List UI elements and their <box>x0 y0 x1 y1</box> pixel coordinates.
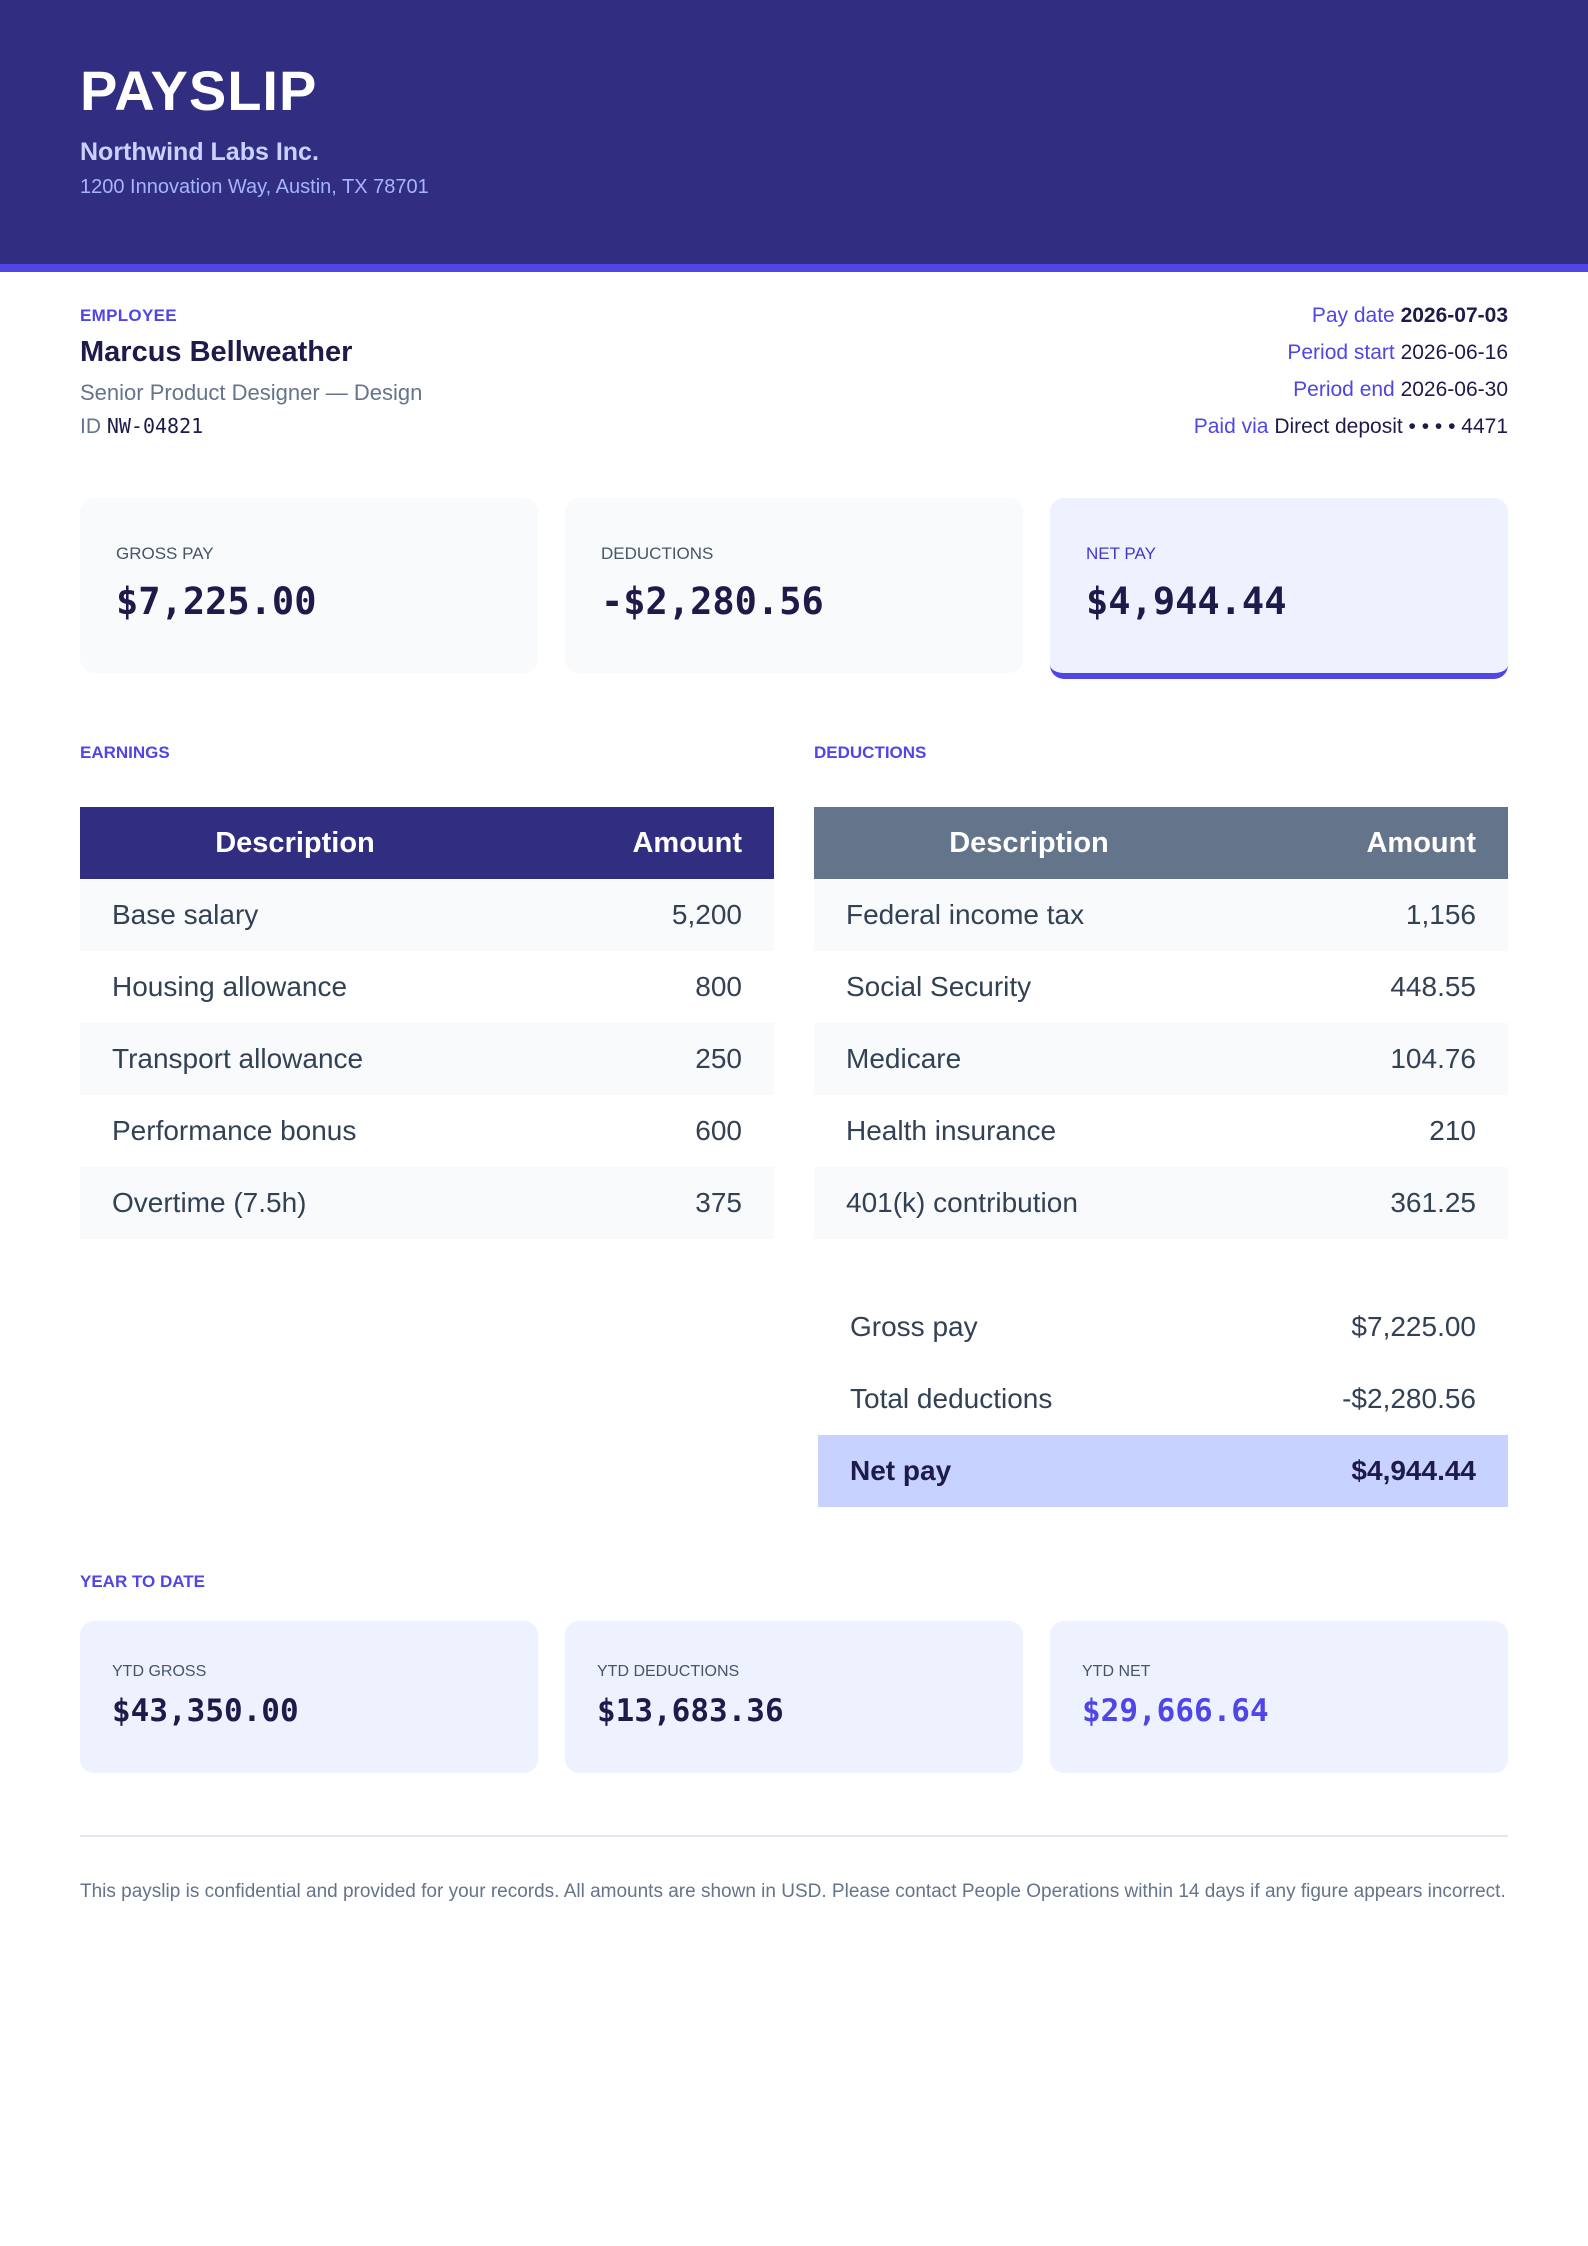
ytd-net-card: YTD NET $29,666.64 <box>1050 1621 1508 1773</box>
summary-gross-row: Gross pay $7,225.00 <box>818 1291 1508 1363</box>
ytd-net-label: YTD NET <box>1082 1663 1151 1680</box>
earnings-col-amount: Amount <box>632 826 742 859</box>
pay-date-row: Pay date 2026-07-03 <box>908 300 1508 337</box>
earnings-table: Description Amount Base salary 5,200 Hou… <box>80 807 774 1239</box>
paid-via-value: Direct deposit • • • • 4471 <box>1274 415 1508 438</box>
page-title: PAYSLIP <box>80 59 318 122</box>
deductions-col-description: Description <box>949 826 1109 859</box>
ytd-gross-value: $43,350.00 <box>112 1693 299 1729</box>
employee-role: Senior Product Designer — Design <box>80 380 423 405</box>
earnings-section-label: EARNINGS <box>80 743 170 762</box>
period-end-value: 2026-06-30 <box>1400 378 1508 401</box>
deductions-card: DEDUCTIONS -$2,280.56 <box>565 498 1023 673</box>
period-end-label: Period end <box>1293 378 1395 401</box>
table-row: 401(k) contribution 361.25 <box>814 1167 1508 1239</box>
payslip-header: PAYSLIP Northwind Labs Inc. 1200 Innovat… <box>0 0 1588 264</box>
net-pay-label: NET PAY <box>1086 544 1156 563</box>
deductions-table: Description Amount Federal income tax 1,… <box>814 807 1508 1239</box>
table-row: Federal income tax 1,156 <box>814 879 1508 951</box>
company-name: Northwind Labs Inc. <box>80 138 319 166</box>
ytd-gross-card: YTD GROSS $43,350.00 <box>80 1621 538 1773</box>
summary-deductions-value: -$2,280.56 <box>1342 1383 1476 1414</box>
deduction-description: Medicare <box>846 1043 962 1074</box>
company-address: 1200 Innovation Way, Austin, TX 78701 <box>80 176 429 198</box>
period-start-label: Period start <box>1287 341 1395 364</box>
period-start-row: Period start 2026-06-16 <box>908 337 1508 374</box>
pay-date-value: 2026-07-03 <box>1400 304 1508 327</box>
deduction-amount: 448.55 <box>1390 971 1476 1002</box>
pay-meta: Pay date 2026-07-03 Period start 2026-06… <box>908 300 1508 448</box>
net-pay-card: NET PAY $4,944.44 <box>1050 498 1508 679</box>
period-start-value: 2026-06-16 <box>1400 341 1508 364</box>
summary-deductions-label: Total deductions <box>850 1383 1053 1414</box>
table-row: Health insurance 210 <box>814 1095 1508 1167</box>
deduction-amount: 361.25 <box>1390 1187 1476 1218</box>
deductions-table-body: Federal income tax 1,156 Social Security… <box>814 879 1508 1239</box>
gross-pay-label: GROSS PAY <box>116 544 214 563</box>
table-row: Transport allowance 250 <box>80 1023 774 1095</box>
footer-note: This payslip is confidential and provide… <box>80 1881 1506 1902</box>
summary-net-value: $4,944.44 <box>1351 1455 1476 1486</box>
ytd-deductions-label: YTD DEDUCTIONS <box>597 1663 740 1680</box>
deduction-description: Federal income tax <box>846 899 1085 930</box>
paid-via-label: Paid via <box>1193 415 1269 438</box>
employee-id-label: ID <box>80 415 101 438</box>
earning-amount: 800 <box>695 971 742 1002</box>
employee-id: ID NW-04821 <box>80 414 203 439</box>
table-row: Base salary 5,200 <box>80 879 774 951</box>
summary-net-label: Net pay <box>850 1455 952 1486</box>
pay-date-label: Pay date <box>1311 304 1395 327</box>
earnings-table-body: Base salary 5,200 Housing allowance 800 … <box>80 879 774 1239</box>
totals-summary: Gross pay $7,225.00 Total deductions -$2… <box>818 1291 1508 1507</box>
deductions-section-label: DEDUCTIONS <box>814 743 927 762</box>
table-row: Performance bonus 600 <box>80 1095 774 1167</box>
deduction-description: 401(k) contribution <box>846 1187 1078 1218</box>
summary-net-row: Net pay $4,944.44 <box>818 1435 1508 1507</box>
summary-gross-label: Gross pay <box>850 1311 978 1342</box>
earning-description: Overtime (7.5h) <box>112 1187 307 1218</box>
table-row: Overtime (7.5h) 375 <box>80 1167 774 1239</box>
ytd-net-value: $29,666.64 <box>1082 1693 1269 1729</box>
earning-description: Base salary <box>112 899 259 930</box>
deductions-col-amount: Amount <box>1366 826 1476 859</box>
employee-section-label: EMPLOYEE <box>80 306 177 325</box>
earning-amount: 600 <box>695 1115 742 1146</box>
ytd-section-label: YEAR TO DATE <box>80 1572 205 1591</box>
deduction-amount: 210 <box>1429 1115 1476 1146</box>
ytd-deductions-card: YTD DEDUCTIONS $13,683.36 <box>565 1621 1023 1773</box>
earning-amount: 5,200 <box>671 899 742 930</box>
paid-via-row: Paid via Direct deposit • • • • 4471 <box>908 411 1508 448</box>
earning-description: Housing allowance <box>112 971 348 1002</box>
deductions-label: DEDUCTIONS <box>601 544 714 563</box>
gross-pay-card: GROSS PAY $7,225.00 <box>80 498 538 673</box>
table-row: Housing allowance 800 <box>80 951 774 1023</box>
net-pay-value: $4,944.44 <box>1086 580 1287 623</box>
earning-description: Performance bonus <box>112 1115 357 1146</box>
summary-gross-value: $7,225.00 <box>1351 1311 1476 1342</box>
header-accent-bar <box>0 264 1588 272</box>
earning-amount: 375 <box>695 1187 742 1218</box>
earnings-col-description: Description <box>215 826 375 859</box>
earnings-table-header: Description Amount <box>80 807 774 879</box>
earning-amount: 250 <box>695 1043 742 1074</box>
ytd-deductions-value: $13,683.36 <box>597 1693 784 1729</box>
table-row: Medicare 104.76 <box>814 1023 1508 1095</box>
deduction-amount: 1,156 <box>1405 899 1476 930</box>
table-row: Social Security 448.55 <box>814 951 1508 1023</box>
deduction-amount: 104.76 <box>1390 1043 1476 1074</box>
period-end-row: Period end 2026-06-30 <box>908 374 1508 411</box>
deduction-description: Health insurance <box>846 1115 1057 1146</box>
deductions-table-header: Description Amount <box>814 807 1508 879</box>
gross-pay-value: $7,225.00 <box>116 580 317 623</box>
footer-divider <box>80 1835 1508 1837</box>
ytd-gross-label: YTD GROSS <box>112 1663 207 1680</box>
earning-description: Transport allowance <box>112 1043 364 1074</box>
summary-deductions-row: Total deductions -$2,280.56 <box>818 1363 1508 1435</box>
deductions-value: -$2,280.56 <box>601 580 824 623</box>
deduction-description: Social Security <box>846 971 1032 1002</box>
employee-name: Marcus Bellweather <box>80 336 353 368</box>
employee-id-value: NW-04821 <box>106 414 204 438</box>
